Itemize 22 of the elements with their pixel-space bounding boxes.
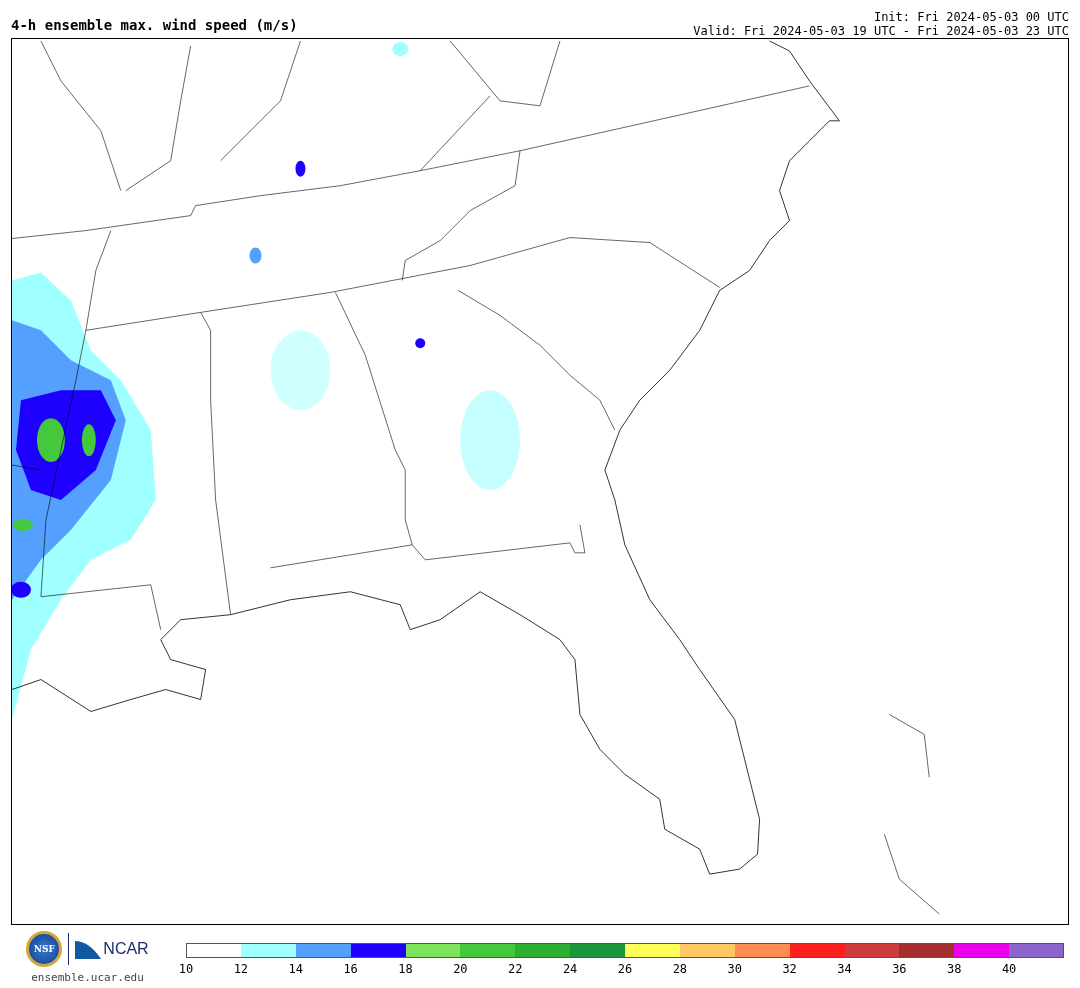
init-time: Init: Fri 2024-05-03 00 UTC xyxy=(873,10,1069,24)
tick-label: 30 xyxy=(727,962,742,976)
nsf-logo: NSF xyxy=(26,931,63,967)
tick-label: 20 xyxy=(453,962,468,976)
tick-label: 24 xyxy=(562,962,578,976)
tick-label: 26 xyxy=(617,962,633,976)
site-url: ensemble.ucar.edu xyxy=(31,971,144,984)
tick-label: 14 xyxy=(288,962,303,976)
tick-label: 12 xyxy=(233,962,249,976)
tick-label: 32 xyxy=(782,962,797,976)
valid-time: Valid: Fri 2024-05-03 19 UTC - Fri 2024-05-03 23 UTC xyxy=(693,24,1069,38)
tick-label: 10 xyxy=(178,962,194,976)
tick-label: 36 xyxy=(892,962,907,976)
ncar-logo: NCAR xyxy=(103,940,149,958)
tick-label: 34 xyxy=(837,962,852,976)
tick-label: 40 xyxy=(1001,962,1017,976)
tick-label: 28 xyxy=(672,962,688,976)
chart-title: 4-h ensemble max. wind speed (m/s) xyxy=(11,17,298,33)
tick-label: 38 xyxy=(947,962,962,976)
tick-label: 16 xyxy=(343,962,358,976)
tick-label: 22 xyxy=(508,962,523,976)
tick-label: 18 xyxy=(398,962,413,976)
